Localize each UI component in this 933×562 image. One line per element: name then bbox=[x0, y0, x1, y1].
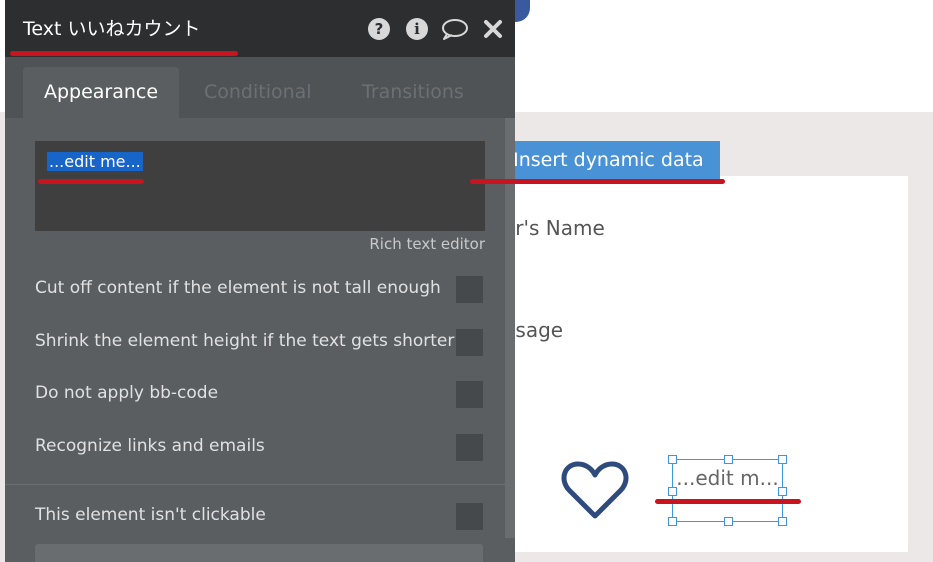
bottom-section-box[interactable] bbox=[35, 544, 483, 562]
annotation-underline-selected-element bbox=[655, 499, 801, 504]
checkbox-shrink-height[interactable] bbox=[456, 329, 483, 356]
annotation-underline-insert-dynamic bbox=[470, 179, 725, 184]
resize-handle-top-left[interactable] bbox=[668, 455, 677, 464]
user-name-text[interactable]: er's Name bbox=[503, 216, 605, 240]
option-label: This element isn't clickable bbox=[35, 505, 266, 525]
rich-text-value: ...edit me... bbox=[47, 152, 143, 171]
panel-title: Text いいねカウント bbox=[23, 18, 201, 40]
option-no-bb-code: Do not apply bb-code bbox=[35, 381, 483, 409]
selected-text-element[interactable]: ...edit m... bbox=[668, 455, 787, 526]
checkbox-not-clickable[interactable] bbox=[456, 503, 483, 530]
insert-dynamic-data-label: Insert dynamic data bbox=[513, 149, 704, 171]
svg-text:?: ? bbox=[375, 20, 384, 38]
option-not-clickable: This element isn't clickable bbox=[35, 503, 483, 531]
resize-handle-bottom-left[interactable] bbox=[668, 517, 677, 526]
info-icon[interactable]: i bbox=[403, 16, 431, 42]
resize-handle-bottom[interactable] bbox=[724, 517, 733, 526]
tab-bar: Appearance Conditional Transitions bbox=[5, 57, 515, 118]
resize-handle-left[interactable] bbox=[668, 487, 677, 496]
tab-appearance[interactable]: Appearance bbox=[23, 67, 179, 118]
heart-icon[interactable] bbox=[561, 459, 629, 521]
resize-handle-right[interactable] bbox=[778, 487, 787, 496]
tab-conditional[interactable]: Conditional bbox=[204, 67, 312, 118]
resize-handle-top[interactable] bbox=[724, 455, 733, 464]
tab-transitions[interactable]: Transitions bbox=[362, 67, 464, 118]
checkbox-no-bb-code[interactable] bbox=[456, 381, 483, 408]
option-label: Recognize links and emails bbox=[35, 436, 265, 456]
option-label: Do not apply bb-code bbox=[35, 383, 219, 403]
svg-text:i: i bbox=[414, 20, 420, 38]
panel-header[interactable]: Text いいねカウント ? i bbox=[5, 0, 515, 57]
rich-text-editor-link[interactable]: Rich text editor bbox=[369, 235, 485, 253]
annotation-underline-title bbox=[10, 51, 238, 56]
option-label: Cut off content if the element is not ta… bbox=[35, 278, 441, 298]
rich-text-input[interactable]: ...edit me... bbox=[35, 141, 485, 231]
section-divider bbox=[5, 484, 505, 485]
header-icons: ? i bbox=[365, 16, 507, 42]
option-recognize-links: Recognize links and emails bbox=[35, 434, 483, 462]
resize-handle-bottom-right[interactable] bbox=[778, 517, 787, 526]
insert-dynamic-data-button[interactable]: ❯ Insert dynamic data bbox=[480, 141, 720, 179]
property-editor-panel: Text いいねカウント ? i Appearance Conditional … bbox=[5, 0, 515, 562]
help-icon[interactable]: ? bbox=[365, 16, 393, 42]
option-label: Shrink the element height if the text ge… bbox=[35, 331, 455, 351]
close-icon[interactable] bbox=[479, 16, 507, 42]
resize-handle-top-right[interactable] bbox=[778, 455, 787, 464]
option-cut-off-content: Cut off content if the element is not ta… bbox=[35, 276, 483, 304]
checkbox-recognize-links[interactable] bbox=[456, 434, 483, 461]
comment-icon[interactable] bbox=[441, 16, 469, 42]
checkbox-cut-off-content[interactable] bbox=[456, 276, 483, 303]
option-shrink-height: Shrink the element height if the text ge… bbox=[35, 329, 483, 357]
annotation-underline-edit-me bbox=[38, 179, 144, 184]
selected-element-text: ...edit m... bbox=[676, 466, 779, 490]
